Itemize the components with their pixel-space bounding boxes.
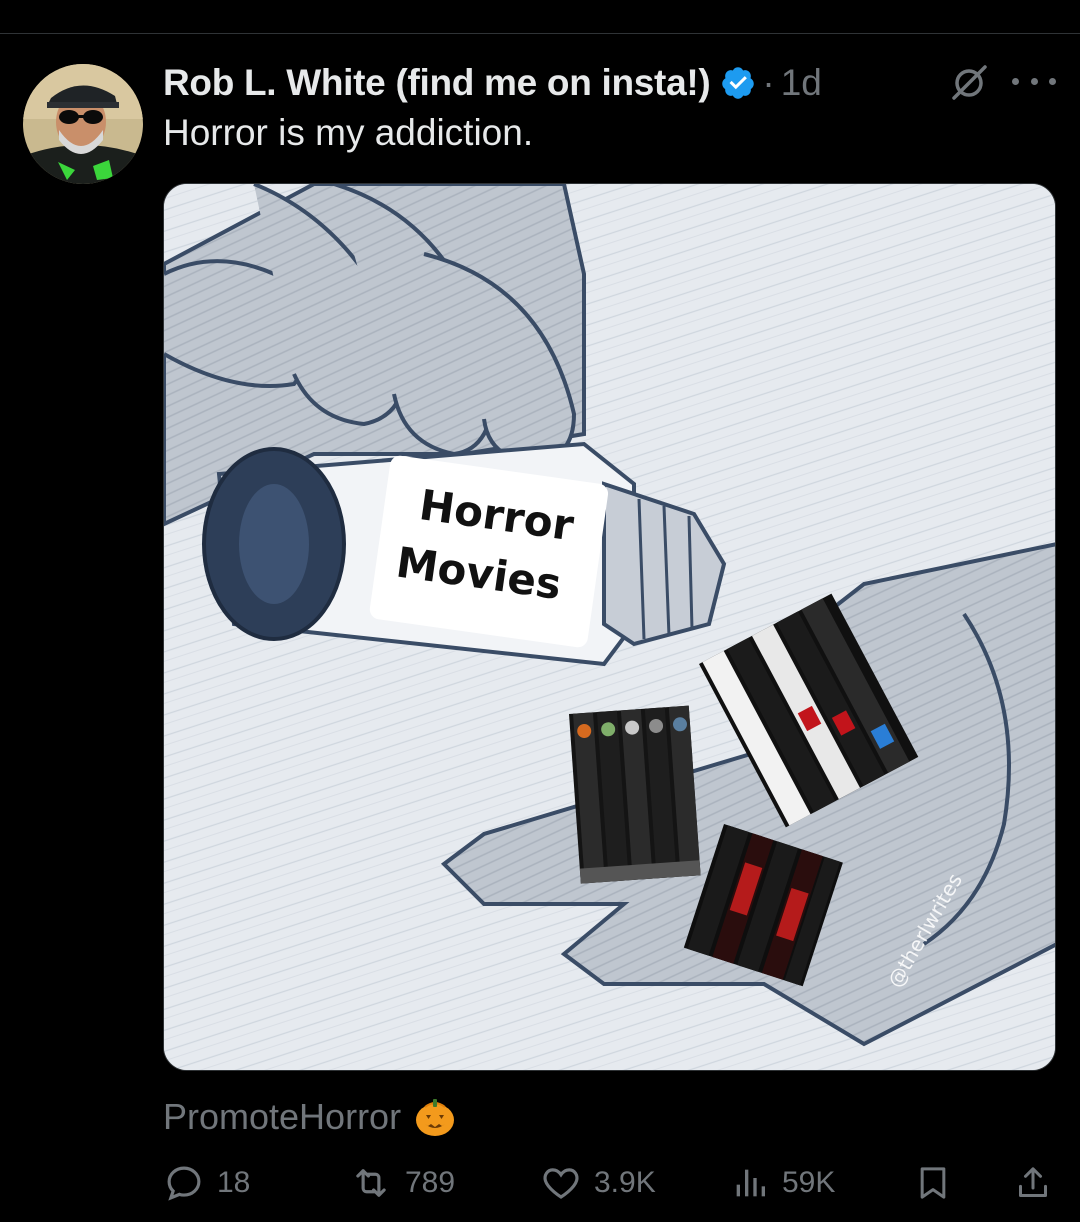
separator-dot: · bbox=[762, 62, 775, 103]
bookmark-icon bbox=[920, 1167, 946, 1199]
more-dot bbox=[1049, 77, 1056, 85]
reply-button[interactable]: 18 bbox=[163, 1158, 250, 1208]
author-avatar[interactable] bbox=[23, 64, 143, 184]
like-count: 3.9K bbox=[594, 1166, 656, 1199]
views-icon bbox=[736, 1169, 765, 1197]
action-bar: 18 789 3.9K 59K bbox=[163, 1158, 1056, 1208]
pumpkin-emoji bbox=[413, 1095, 457, 1139]
post-timestamp[interactable]: 1d bbox=[781, 62, 822, 104]
views-count: 59K bbox=[782, 1166, 836, 1199]
hashtag-link[interactable]: PromoteHorror bbox=[163, 1096, 401, 1138]
verified-badge-icon bbox=[720, 65, 756, 101]
reply-count: 18 bbox=[217, 1166, 251, 1199]
repost-count: 789 bbox=[405, 1166, 456, 1199]
more-dot bbox=[1030, 77, 1038, 85]
post-image[interactable]: Horror Movies @therlwrites bbox=[163, 183, 1056, 1071]
more-icon[interactable] bbox=[1012, 66, 1056, 96]
repost-icon bbox=[356, 1169, 386, 1197]
like-button[interactable]: 3.9K bbox=[540, 1158, 656, 1208]
post-text: Horror is my addiction. bbox=[163, 112, 534, 153]
post-header: Rob L. White (find me on insta!) · 1d bbox=[163, 58, 822, 108]
top-divider bbox=[0, 33, 1080, 34]
more-dot bbox=[1012, 77, 1019, 85]
views-button[interactable]: 59K bbox=[730, 1158, 835, 1208]
repost-button[interactable]: 789 bbox=[349, 1158, 455, 1208]
hashtag-line: PromoteHorror bbox=[163, 1092, 457, 1142]
reply-icon bbox=[167, 1166, 201, 1201]
share-button[interactable] bbox=[1013, 1158, 1065, 1208]
bookmark-button[interactable] bbox=[913, 1158, 965, 1208]
heart-icon bbox=[543, 1168, 579, 1199]
author-name[interactable]: Rob L. White (find me on insta!) bbox=[163, 62, 711, 104]
vhs-halloween-stack bbox=[569, 705, 701, 884]
share-icon bbox=[1019, 1167, 1047, 1197]
grok-icon[interactable] bbox=[948, 62, 990, 104]
